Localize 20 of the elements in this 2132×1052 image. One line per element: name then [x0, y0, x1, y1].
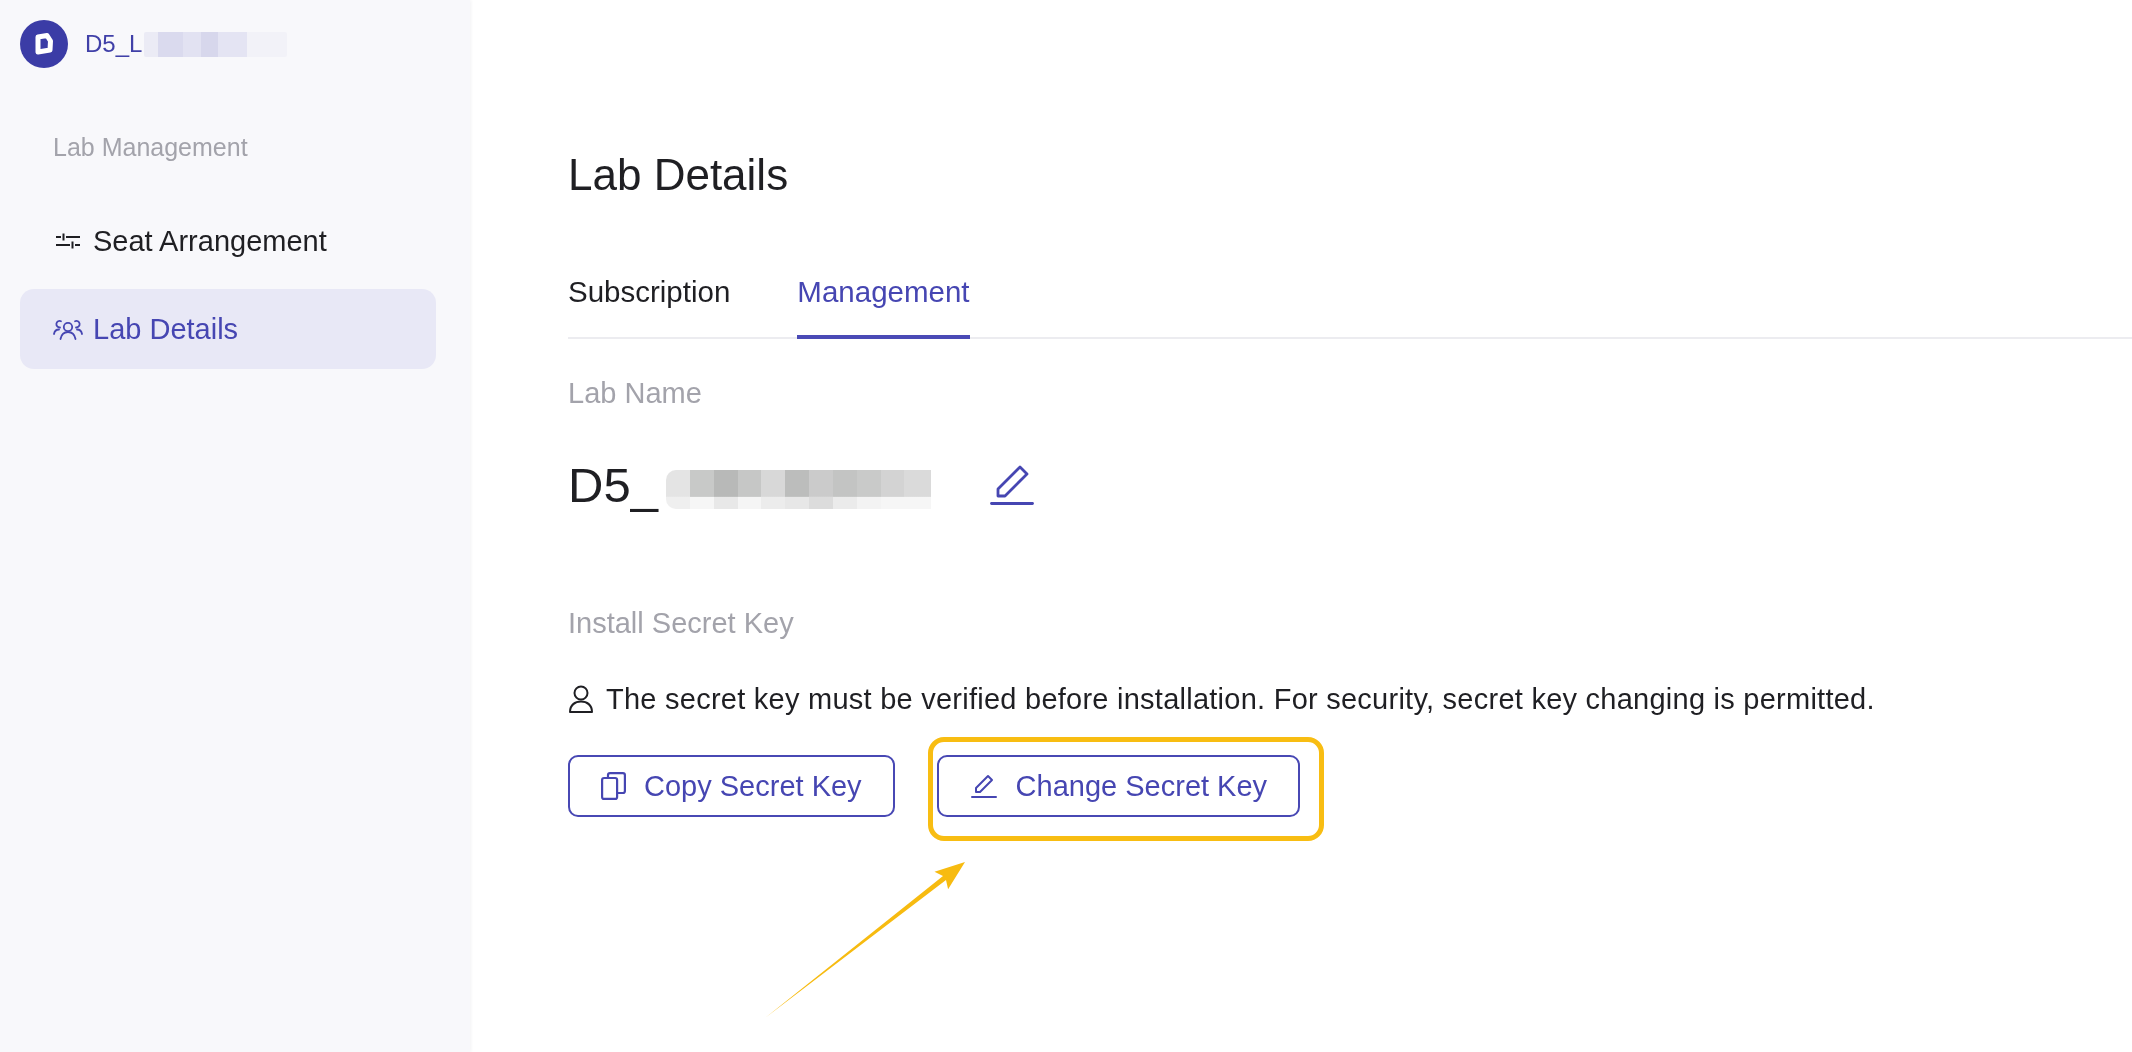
people-icon: [53, 318, 83, 340]
pencil-icon: [969, 774, 998, 798]
edit-button[interactable]: Change Secret Key: [936, 755, 1301, 817]
page-title: Lab Details: [568, 150, 789, 200]
copy-button[interactable]: Copy Secret Key: [568, 755, 895, 817]
workspace-name: D5_L: [85, 29, 143, 59]
person-icon: [568, 685, 594, 713]
lab-name-value: D5_: [568, 456, 658, 514]
sidebar-item[interactable]: Seat Arrangement: [20, 201, 436, 281]
section-heading: Lab Management: [53, 132, 248, 162]
field-label: Install Secret Key: [568, 606, 794, 640]
copy-icon: [601, 772, 626, 800]
notice-text: The secret key must be verified before installation. For security, secret key changing is permitted.: [606, 682, 1875, 716]
sidebar-item[interactable]: Lab Details: [20, 289, 436, 369]
tab[interactable]: Management: [797, 275, 970, 339]
field-label: Lab Name: [568, 376, 702, 410]
sliders-icon: [56, 233, 80, 249]
pencil-icon[interactable]: [989, 464, 1034, 505]
tab[interactable]: Subscription: [568, 275, 731, 339]
logo-icon: [20, 20, 68, 68]
